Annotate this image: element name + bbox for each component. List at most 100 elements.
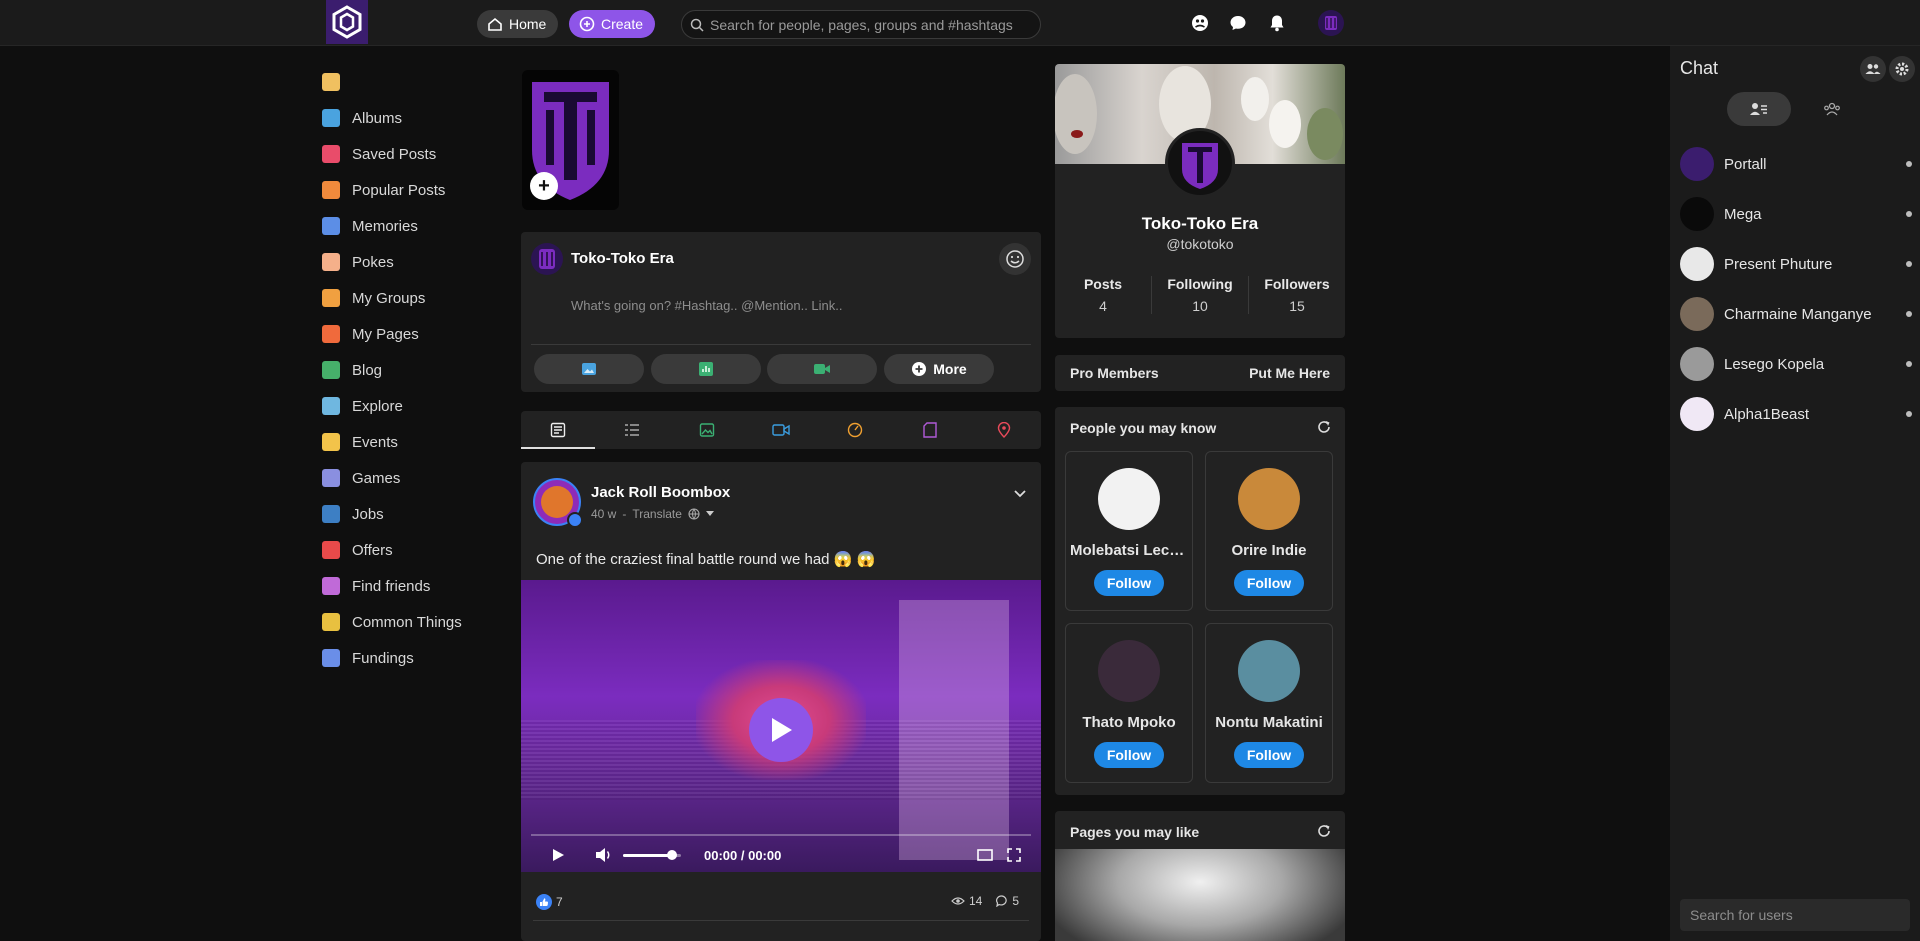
profile-name[interactable]: Toko-Toko Era [1055,214,1345,234]
filter-text-tab[interactable] [595,411,669,449]
chat-contact-name: Alpha1Beast [1724,405,1810,423]
chat-contact-avatar [1680,247,1714,281]
suggested-person-name[interactable]: Thato Mpoko [1066,714,1192,731]
profile-stat-following[interactable]: Following 10 [1152,276,1249,314]
suggested-person-name[interactable]: Nontu Makatini [1206,714,1332,731]
suggested-person-avatar[interactable] [1238,640,1300,702]
emoji-picker-button[interactable] [999,243,1031,275]
filter-music-tab[interactable] [818,411,892,449]
site-logo[interactable] [326,0,368,44]
search-input[interactable] [710,16,1030,33]
chat-contact[interactable]: Present Phuture [1680,244,1912,284]
sidebar-item-jobs[interactable]: Jobs [322,496,522,532]
video-progress-bar[interactable] [531,834,1031,836]
sidebar-item-events[interactable]: Events [322,424,522,460]
sidebar-item-home[interactable] [322,64,522,100]
put-me-here-link[interactable]: Put Me Here [1249,365,1330,381]
chat-tab-groups[interactable] [1800,92,1864,126]
more-options-button[interactable]: More [884,354,994,384]
comments-stat[interactable]: 5 [996,894,1019,908]
sidebar-item-blog[interactable]: Blog [322,352,522,388]
follow-button[interactable]: Follow [1094,742,1164,768]
filter-photos-tab[interactable] [670,411,744,449]
create-group-chat-button[interactable] [1860,56,1886,82]
profile-stat-posts[interactable]: Posts 4 [1055,276,1152,314]
chat-tab-users[interactable] [1727,92,1791,126]
sidebar-item-my-groups[interactable]: My Groups [322,280,522,316]
video-play-button[interactable] [749,698,813,762]
global-search[interactable] [681,10,1041,39]
chat-contact[interactable]: Charmaine Manganye [1680,294,1912,334]
chat-contact[interactable]: Portall [1680,144,1912,184]
composer-avatar [531,243,563,275]
story-create-card[interactable]: + [522,70,619,210]
refresh-icon[interactable] [1317,420,1331,439]
suggested-person-avatar[interactable] [1238,468,1300,530]
smiley-icon [1006,250,1024,268]
sidebar-item-my-pages[interactable]: My Pages [322,316,522,352]
chat-contact-name: Mega [1724,205,1762,223]
sidebar-item-common-things[interactable]: Common Things [322,604,522,640]
volume-slider[interactable] [623,850,681,860]
add-poll-button[interactable] [651,354,761,384]
fullscreen-icon[interactable] [1007,848,1021,862]
profile-avatar[interactable] [1165,128,1235,198]
video-controls: 00:00 / 00:00 [521,834,1041,872]
suggested-person-avatar[interactable] [1098,468,1160,530]
chat-search[interactable] [1680,899,1910,931]
filter-places-tab[interactable] [967,411,1041,449]
follow-button[interactable]: Follow [1234,570,1304,596]
post-reactions[interactable]: 7 [536,894,563,910]
filter-videos-tab[interactable] [744,411,818,449]
post-author-name[interactable]: Jack Roll Boombox [591,484,730,501]
sidebar-item-albums[interactable]: Albums [322,100,522,136]
sidebar-item-pokes[interactable]: Pokes [322,244,522,280]
home-button[interactable]: Home [477,10,559,38]
suggested-person-avatar[interactable] [1098,640,1160,702]
suggested-person-name[interactable]: Molebatsi Lech... [1066,542,1192,559]
create-button[interactable]: Create [569,10,656,38]
chat-contact[interactable]: Mega [1680,194,1912,234]
post-options-chevron-icon[interactable] [1013,486,1027,504]
chat-contact[interactable]: Lesego Kopela [1680,344,1912,384]
privacy-dropdown-icon[interactable] [705,511,714,517]
sidebar-item-offers[interactable]: Offers [322,532,522,568]
post-video[interactable]: 00:00 / 00:00 [521,580,1041,872]
follow-button[interactable]: Follow [1094,570,1164,596]
sidebar-item-explore[interactable]: Explore [322,388,522,424]
filter-all-posts-tab[interactable] [521,411,596,449]
theater-mode-icon[interactable] [977,849,993,861]
messages-icon[interactable] [1228,13,1248,33]
filter-files-tab[interactable] [892,411,966,449]
follow-button[interactable]: Follow [1234,742,1304,768]
user-avatar[interactable] [1318,10,1344,36]
translate-link[interactable]: Translate [632,507,682,521]
composer-input[interactable]: What's going on? #Hashtag.. @Mention.. L… [571,298,843,313]
chat-contact[interactable]: Alpha1Beast [1680,394,1912,434]
chat-settings-button[interactable] [1889,56,1915,82]
home-icon [488,17,502,31]
sidebar-item-label: My Pages [352,325,419,343]
add-photo-button[interactable] [534,354,644,384]
suggested-page-cover[interactable] [1055,849,1345,941]
add-video-button[interactable] [767,354,877,384]
refresh-icon[interactable] [1317,824,1331,843]
chat-search-input[interactable] [1690,907,1900,923]
friend-requests-icon[interactable] [1190,13,1210,33]
sidebar-item-memories[interactable]: Memories [322,208,522,244]
sidebar-item-games[interactable]: Games [322,460,522,496]
sidebar-item-saved-posts[interactable]: Saved Posts [322,136,522,172]
suggested-person-name[interactable]: Orire Indie [1206,542,1332,559]
sidebar-item-popular-posts[interactable]: Popular Posts [322,172,522,208]
volume-icon[interactable] [595,847,613,863]
notifications-bell-icon[interactable] [1267,13,1287,33]
sidebar-item-find-friends[interactable]: Find friends [322,568,522,604]
online-status-dot [1906,161,1912,167]
composer-user-name: Toko-Toko Era [571,250,674,267]
profile-stat-followers[interactable]: Followers 15 [1249,276,1345,314]
plus-circle-icon [579,16,595,32]
video-play-control-icon[interactable] [551,848,565,862]
sidebar-item-fundings[interactable]: Fundings [322,640,522,676]
add-story-button[interactable]: + [530,172,558,200]
composer-divider [531,344,1031,345]
